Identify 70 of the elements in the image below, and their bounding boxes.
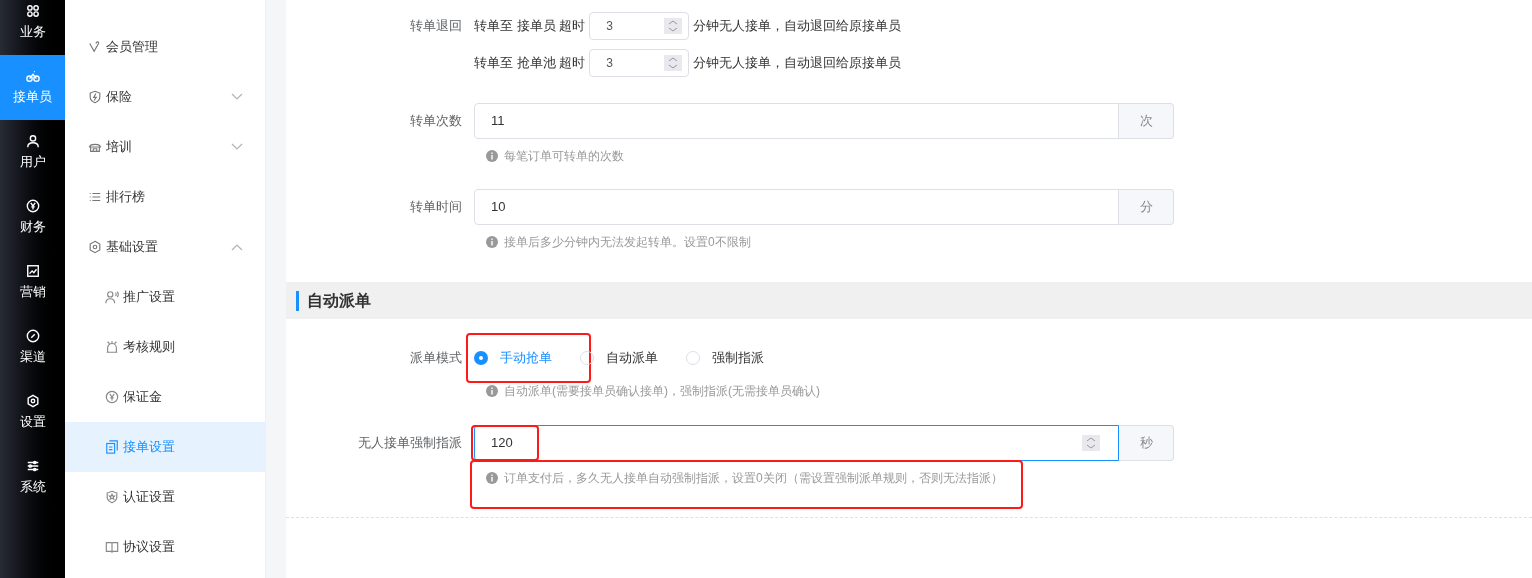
info-icon: [486, 150, 498, 162]
unit-addon: 次: [1119, 103, 1174, 139]
rail-item[interactable]: 财务: [0, 185, 65, 250]
submenu-item[interactable]: 考核规则: [65, 322, 265, 372]
list-icon: [88, 190, 102, 204]
rail-item[interactable]: 用户: [0, 120, 65, 185]
user-signal-icon: [105, 290, 119, 304]
menu-item[interactable]: 基础设置: [65, 222, 265, 272]
hint-text: 接单后多少分钟内无法发起转单。设置0不限制: [504, 234, 751, 251]
bicycle-icon: [25, 68, 40, 83]
yen-coin-icon: [25, 198, 40, 213]
shield-star-icon: [105, 490, 119, 504]
spinner-arrows-icon[interactable]: [1082, 435, 1100, 451]
text-input[interactable]: 10: [474, 189, 1119, 225]
info-icon: [486, 472, 498, 484]
chart-icon: [25, 263, 40, 278]
text-input[interactable]: 11: [474, 103, 1119, 139]
spinner-arrows-icon[interactable]: [664, 18, 683, 34]
field-label: 无人接单强制指派: [358, 435, 462, 451]
menu-item[interactable]: 保险: [65, 72, 265, 122]
unit-addon: 秒: [1119, 425, 1174, 461]
chevron-down-icon: [231, 93, 243, 101]
info-icon: [486, 236, 498, 248]
submenu-item[interactable]: 保证金: [65, 372, 265, 422]
v-logo-icon: [88, 40, 102, 54]
rail-item[interactable]: 业务: [0, 0, 65, 55]
hint-text: 每笔订单可转单的次数: [504, 148, 624, 165]
field-label: 转单次数: [410, 113, 462, 129]
field-label: 转单退回: [410, 18, 462, 34]
row-suffix: 分钟无人接单，自动退回给原接单员: [693, 54, 902, 73]
submenu-item[interactable]: 协议设置: [65, 522, 265, 572]
unit-addon: 分: [1119, 189, 1174, 225]
section-title: 自动派单: [307, 290, 371, 311]
rail-item[interactable]: 渠道: [0, 315, 65, 380]
submenu-item[interactable]: 认证设置: [65, 472, 265, 522]
menu-item[interactable]: 排行榜: [65, 172, 265, 222]
number-input[interactable]: 120: [474, 425, 1119, 461]
number-input[interactable]: 3: [589, 12, 690, 40]
hint-text: 自动派单(需要接单员确认接单)，强制指派(无需接单员确认): [504, 383, 820, 400]
hint-text: 订单支付后，多久无人接单自动强制指派，设置0关闭（需设置强制派单规则，否则无法指派）: [504, 470, 1003, 487]
settings-icon: [25, 393, 40, 408]
document-icon: [105, 440, 119, 454]
field-label: 派单模式: [410, 350, 462, 366]
spinner-arrows-icon[interactable]: [664, 55, 683, 71]
submenu-item[interactable]: 推广设置: [65, 272, 265, 322]
user-icon: [25, 133, 40, 148]
row-prefix: 转单至 接单员 超时: [474, 17, 586, 36]
field-label: 转单时间: [410, 199, 462, 215]
alarm-icon: [105, 340, 119, 354]
row-suffix: 分钟无人接单，自动退回给原接单员: [693, 17, 902, 36]
sliders-icon: [25, 458, 40, 473]
info-icon: [486, 385, 498, 397]
rail-item[interactable]: 系统: [0, 445, 65, 510]
book-icon: [105, 540, 119, 554]
row-prefix: 转单至 抢单池 超时: [474, 54, 586, 73]
shield-icon: [88, 90, 102, 104]
input-value: 120: [491, 435, 513, 451]
yen-coin-icon: [105, 390, 119, 404]
link-icon: [25, 328, 40, 343]
rail-item[interactable]: 营销: [0, 250, 65, 315]
chevron-down-icon: [231, 143, 243, 151]
menu-item[interactable]: 培训: [65, 122, 265, 172]
radio-option[interactable]: 强制指派: [686, 348, 764, 368]
command-icon: [25, 3, 40, 18]
radio-option[interactable]: 自动派单: [580, 348, 658, 368]
menu-item[interactable]: 会员管理: [65, 22, 265, 72]
chevron-up-icon: [231, 243, 243, 251]
number-input[interactable]: 3: [589, 49, 690, 77]
rail-item[interactable]: 设置: [0, 380, 65, 445]
settings-icon: [88, 240, 102, 254]
